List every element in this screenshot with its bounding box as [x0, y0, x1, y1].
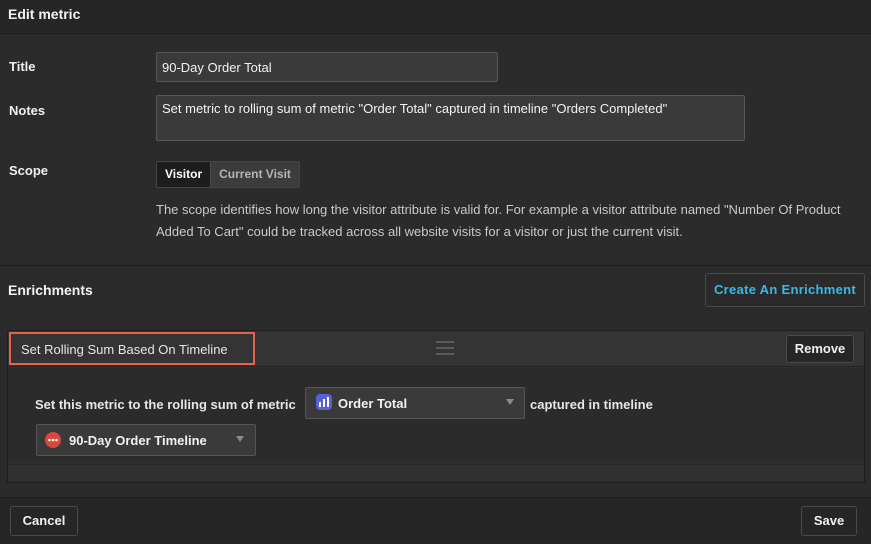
- metric-select[interactable]: Order Total: [305, 387, 525, 419]
- dialog-footer: Cancel Save: [0, 497, 871, 544]
- bar-chart-icon: [316, 394, 332, 410]
- scope-toggle: Visitor Current Visit: [156, 161, 300, 188]
- title-input[interactable]: [156, 52, 498, 82]
- enrichments-heading: Enrichments: [8, 282, 93, 298]
- enrichment-prefix-text: Set this metric to the rolling sum of me…: [35, 397, 296, 412]
- create-enrichment-button[interactable]: Create An Enrichment: [705, 273, 865, 307]
- timeline-select[interactable]: 90-Day Order Timeline: [36, 424, 256, 456]
- metric-form: Title Notes Set metric to rolling sum of…: [0, 35, 871, 266]
- dialog-header: Edit metric: [0, 0, 871, 34]
- dialog-title: Edit metric: [8, 6, 81, 22]
- chevron-down-icon: [236, 436, 244, 442]
- notes-textarea[interactable]: Set metric to rolling sum of metric "Ord…: [156, 95, 745, 141]
- notes-label: Notes: [9, 103, 46, 118]
- drag-handle-icon[interactable]: [436, 341, 454, 355]
- scope-option-current-visit[interactable]: Current Visit: [210, 162, 299, 187]
- timeline-select-value: 90-Day Order Timeline: [69, 433, 207, 448]
- timeline-dots-icon: [45, 432, 61, 448]
- save-button[interactable]: Save: [801, 506, 857, 536]
- enrichment-card: Set Rolling Sum Based On Timeline Remove…: [7, 330, 865, 483]
- metric-select-value: Order Total: [338, 396, 408, 411]
- enrichment-card-header: Set Rolling Sum Based On Timeline Remove: [8, 331, 864, 367]
- chevron-down-icon: [506, 399, 514, 405]
- scope-option-visitor[interactable]: Visitor: [157, 162, 211, 187]
- enrichment-title-box[interactable]: Set Rolling Sum Based On Timeline: [9, 332, 255, 365]
- scope-label: Scope: [9, 163, 49, 178]
- enrichment-card-body: Set this metric to the rolling sum of me…: [8, 368, 864, 463]
- title-label: Title: [9, 59, 36, 74]
- scope-help-text: The scope identifies how long the visito…: [156, 202, 841, 239]
- cancel-button[interactable]: Cancel: [10, 506, 78, 536]
- enrichment-card-footer: [8, 464, 864, 482]
- enrichment-title: Set Rolling Sum Based On Timeline: [21, 342, 228, 357]
- remove-enrichment-button[interactable]: Remove: [786, 335, 854, 363]
- enrichment-middle-text: captured in timeline: [530, 397, 653, 412]
- enrichments-header: Enrichments Create An Enrichment: [0, 267, 871, 313]
